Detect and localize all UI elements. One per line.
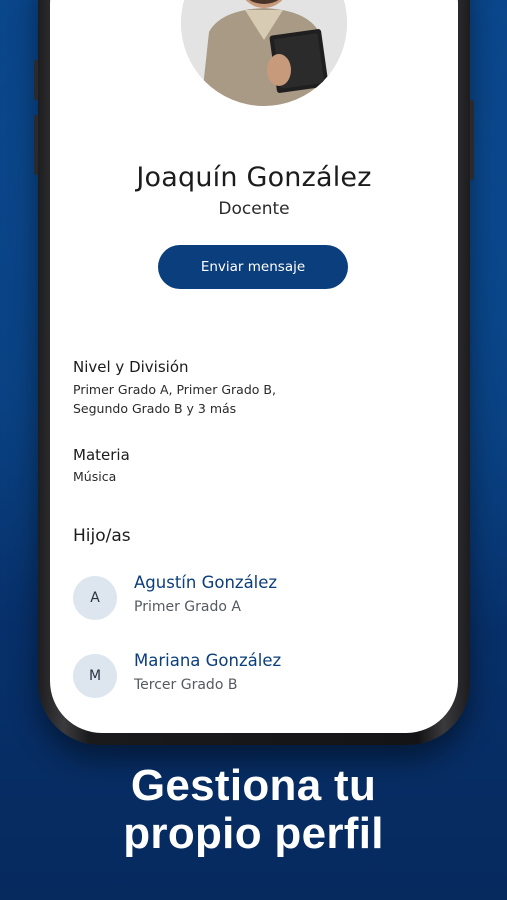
child-name: Mariana González	[134, 651, 282, 670]
child-list-item[interactable]: A Agustín González Primer Grado A	[73, 573, 433, 623]
promo-headline-line2: propio perfil	[123, 809, 384, 858]
promo-headline: Gestiona tu propio perfil	[0, 762, 507, 858]
profile-role: Docente	[218, 199, 290, 219]
child-grade: Primer Grado A	[134, 599, 241, 615]
child-list-item[interactable]: M Mariana González Tercer Grado B	[73, 651, 433, 701]
subject-value: Música	[73, 469, 117, 484]
phone-side-button-right	[470, 100, 474, 180]
profile-photo	[181, 0, 347, 106]
child-initial-avatar: M	[73, 654, 117, 698]
send-message-button[interactable]: Enviar mensaje	[158, 245, 348, 289]
app-screen: Joaquín González Docente Enviar mensaje …	[50, 0, 458, 733]
phone-side-button-left	[34, 60, 38, 100]
teacher-portrait-photo	[181, 0, 347, 106]
children-section-title: Hijo/as	[73, 526, 131, 546]
profile-name: Joaquín González	[136, 162, 372, 193]
child-initial-avatar: A	[73, 576, 117, 620]
level-division-value-line2: Segundo Grado B y 3 más	[73, 401, 237, 416]
child-name: Agustín González	[134, 573, 278, 592]
phone-side-button-left-2	[34, 115, 38, 175]
level-division-label: Nivel y División	[73, 358, 189, 376]
level-division-value-line1: Primer Grado A, Primer Grado B,	[73, 382, 276, 397]
phone-frame: Joaquín González Docente Enviar mensaje …	[34, 0, 474, 745]
subject-label: Materia	[73, 446, 130, 464]
child-grade: Tercer Grado B	[134, 677, 238, 693]
promo-headline-line1: Gestiona tu	[130, 761, 377, 810]
